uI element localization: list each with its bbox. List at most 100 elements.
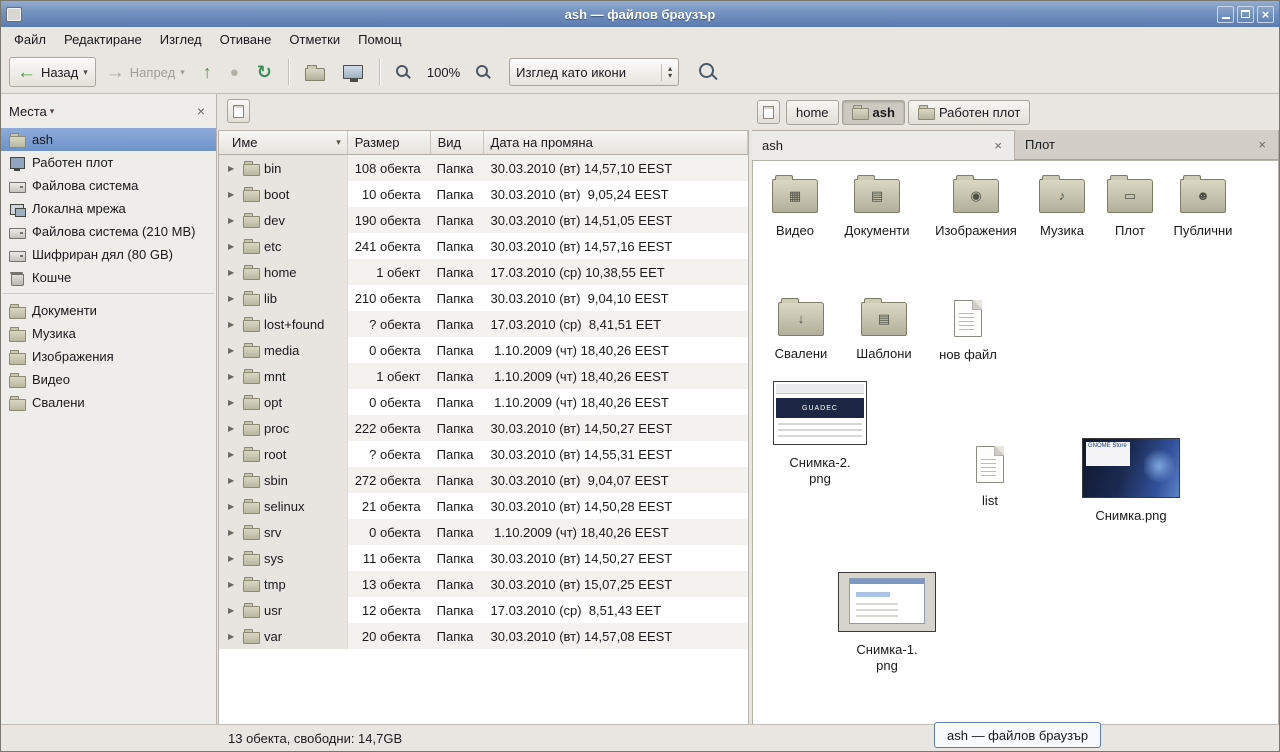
sidebar-item-volume-210mb[interactable]: Файлова система (210 MB) [1,220,216,243]
expander-icon[interactable]: ▶ [228,268,238,277]
computer-button[interactable] [335,57,371,87]
table-row[interactable]: ▶media0 обектаПапка 1.10.2009 (чт) 18,40… [219,337,748,363]
tab-close-icon[interactable]: × [1256,137,1268,152]
up-button[interactable]: ↑ [195,57,220,87]
icon-item-desktop[interactable]: ▭ Плот [1088,174,1172,239]
expander-icon[interactable]: ▶ [228,528,238,537]
titlebar[interactable]: ash — файлов браузър × [1,1,1279,27]
sidebar-item-encrypted-80gb[interactable]: Шифриран дял (80 GB) [1,243,216,266]
sidebar-item-documents[interactable]: Документи [1,299,216,322]
column-header-3[interactable]: Дата на промяна [484,131,748,155]
table-row[interactable]: ▶lost+found? обектаПапка17.03.2010 (ср) … [219,311,748,337]
column-header-2[interactable]: Вид [431,131,484,155]
table-row[interactable]: ▶boot10 обектаПапка30.03.2010 (вт) 9,05,… [219,181,748,207]
menu-item-4[interactable]: Отметки [280,29,349,50]
icon-item-snimka-2-png[interactable]: GUADEC Снимка-2.png [772,381,868,487]
expander-icon[interactable]: ▶ [228,632,238,641]
icon-item-downloads[interactable]: ↓ Свалени [759,297,843,362]
zoom-out-button[interactable] [388,57,419,87]
expander-icon[interactable]: ▶ [228,164,238,173]
icon-item-snimka-1-png[interactable]: Снимка-1.png [837,572,937,674]
expander-icon[interactable]: ▶ [228,242,238,251]
table-row[interactable]: ▶srv0 обектаПапка 1.10.2009 (чт) 18,40,2… [219,519,748,545]
table-row[interactable]: ▶proc222 обектаПапка30.03.2010 (вт) 14,5… [219,415,748,441]
sidebar-item-local-network[interactable]: Локална мрежа [1,197,216,220]
expander-icon[interactable]: ▶ [228,606,238,615]
pathbar-toggle-button[interactable] [757,100,780,124]
icon-item-documents[interactable]: ▤ Документи [835,174,919,239]
search-button[interactable] [691,57,726,87]
notebook-toggle-button[interactable] [227,99,250,123]
sidebar-item-downloads[interactable]: Свалени [1,391,216,414]
sidebar-item-desktop[interactable]: Работен плот [1,151,216,174]
expander-icon[interactable]: ▶ [228,554,238,563]
icon-item-snimka-png[interactable]: GNOME Store Снимка.png [1081,438,1181,524]
table-row[interactable]: ▶sbin272 обектаПапка30.03.2010 (вт) 9,04… [219,467,748,493]
table-row[interactable]: ▶mnt1 обектПапка 1.10.2009 (чт) 18,40,26… [219,363,748,389]
table-row[interactable]: ▶lib210 обектаПапка30.03.2010 (вт) 9,04,… [219,285,748,311]
menu-item-2[interactable]: Изглед [151,29,211,50]
sidebar-item-trash[interactable]: Кошче [1,266,216,289]
icon-item-new-file[interactable]: нов файл [926,300,1010,363]
expander-icon[interactable]: ▶ [228,398,238,407]
tab-plot[interactable]: Плот× [1015,130,1279,160]
table-row[interactable]: ▶tmp13 обектаПапка30.03.2010 (вт) 15,07,… [219,571,748,597]
expander-icon[interactable]: ▶ [228,502,238,511]
sidebar-item-filesystem[interactable]: Файлова система [1,174,216,197]
reload-button[interactable]: ↻ [249,57,280,87]
table-row[interactable]: ▶selinux21 обектаПапка30.03.2010 (вт) 14… [219,493,748,519]
path-button-home[interactable]: home [786,100,839,125]
menu-item-1[interactable]: Редактиране [55,29,151,50]
close-button[interactable]: × [1257,6,1274,23]
sidebar-item-videos[interactable]: Видео [1,368,216,391]
icon-item-videos[interactable]: ▦ Видео [753,174,837,239]
stop-button[interactable]: ● [222,57,247,87]
expander-icon[interactable]: ▶ [228,346,238,355]
icon-item-templates[interactable]: ▤ Шаблони [842,297,926,362]
table-row[interactable]: ▶etc241 обектаПапка30.03.2010 (вт) 14,57… [219,233,748,259]
expander-icon[interactable]: ▶ [228,450,238,459]
expander-icon[interactable]: ▶ [228,424,238,433]
icon-item-list[interactable]: list [948,446,1032,509]
sidebar-item-music[interactable]: Музика [1,322,216,345]
expander-icon[interactable]: ▶ [228,294,238,303]
expander-icon[interactable]: ▶ [228,320,238,329]
path-button-desktop[interactable]: Работен плот [908,100,1030,125]
column-header-1[interactable]: Размер [348,131,431,155]
minimize-button[interactable] [1217,6,1234,23]
icon-item-pictures[interactable]: ◉ Изображения [934,174,1018,239]
tab-close-icon[interactable]: × [992,138,1004,153]
places-title[interactable]: Места [9,104,47,119]
icon-label: Снимка-1.png [854,642,920,674]
table-row[interactable]: ▶opt0 обектаПапка 1.10.2009 (чт) 18,40,2… [219,389,748,415]
column-header-0[interactable]: Име▾ [219,131,348,155]
table-row[interactable]: ▶dev190 обектаПапка30.03.2010 (вт) 14,51… [219,207,748,233]
menu-item-3[interactable]: Отиване [211,29,281,50]
expander-icon[interactable]: ▶ [228,580,238,589]
icon-item-public[interactable]: ☻ Публични [1161,174,1245,239]
table-row[interactable]: ▶home1 обектПапка17.03.2010 (ср) 10,38,5… [219,259,748,285]
table-row[interactable]: ▶usr12 обектаПапка17.03.2010 (ср) 8,51,4… [219,597,748,623]
sidebar-item-pictures[interactable]: Изображения [1,345,216,368]
menu-item-0[interactable]: Файл [5,29,55,50]
sidebar-item-ash[interactable]: ash [1,128,216,151]
expander-icon[interactable]: ▶ [228,372,238,381]
expander-icon[interactable]: ▶ [228,190,238,199]
path-button-ash[interactable]: ash [842,100,905,125]
table-row[interactable]: ▶var20 обектаПапка30.03.2010 (вт) 14,57,… [219,623,748,649]
expander-icon[interactable]: ▶ [228,476,238,485]
table-row[interactable]: ▶root? обектаПапка30.03.2010 (вт) 14,55,… [219,441,748,467]
tab-ash[interactable]: ash× [752,130,1015,160]
places-close-button[interactable]: × [194,104,208,118]
view-mode-select[interactable]: Изглед като икони ▴ ▾ [509,58,679,86]
places-caret-icon[interactable]: ▾ [50,106,55,117]
maximize-button[interactable] [1237,6,1254,23]
expander-icon[interactable]: ▶ [228,216,238,225]
home-button[interactable] [297,57,333,87]
back-button[interactable]: ← Назад ▾ [9,57,96,87]
table-row[interactable]: ▶bin108 обектаПапка30.03.2010 (вт) 14,57… [219,155,748,181]
menu-item-5[interactable]: Помощ [349,29,410,50]
table-row[interactable]: ▶sys11 обектаПапка30.03.2010 (вт) 14,50,… [219,545,748,571]
zoom-in-button[interactable] [468,57,499,87]
forward-button[interactable]: → Напред ▾ [98,57,193,87]
